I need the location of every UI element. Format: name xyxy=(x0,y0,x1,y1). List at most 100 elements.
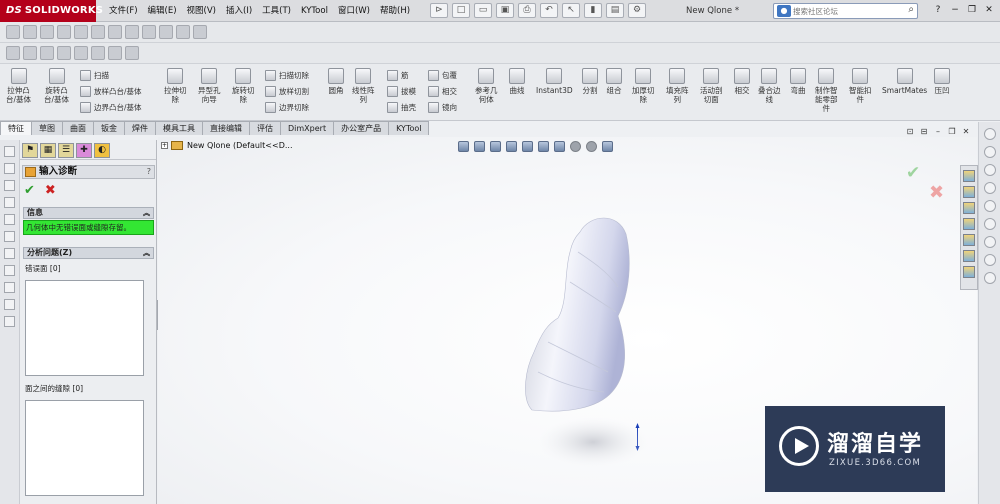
open-folder-icon[interactable]: ▭ xyxy=(474,3,492,18)
gaps-list[interactable] xyxy=(25,400,144,496)
instant3d-button[interactable]: Instant3D xyxy=(536,68,573,95)
menu-insert[interactable]: 插入(I) xyxy=(221,0,257,22)
toolbar-icon[interactable] xyxy=(176,25,190,39)
scanned-3d-model[interactable] xyxy=(508,212,708,482)
tab-weldments[interactable]: 焊件 xyxy=(124,121,156,135)
file-explorer-icon[interactable] xyxy=(963,202,975,214)
ok-check-icon[interactable]: ✔ xyxy=(24,183,35,198)
mirror-button[interactable]: 镜向 xyxy=(428,102,457,113)
intersect-button[interactable]: 相交 xyxy=(428,86,457,97)
design-library-icon[interactable] xyxy=(963,186,975,198)
toolbar-icon[interactable] xyxy=(983,236,996,248)
feature-manager-tab-icon[interactable]: ⚑ xyxy=(22,143,38,158)
revolve-boss-button[interactable]: 旋转凸 台/基体 xyxy=(44,68,69,104)
tab-direct-editing[interactable]: 直接编辑 xyxy=(202,121,250,135)
dimxpert-manager-tab-icon[interactable]: ✚ xyxy=(76,143,92,158)
hole-wizard-button[interactable]: 异型孔 向导 xyxy=(198,68,221,104)
confirm-ok-icon[interactable]: ✔ xyxy=(906,163,920,183)
tab-sheet-metal[interactable]: 钣金 xyxy=(93,121,125,135)
collapse-icon[interactable]: ︽ xyxy=(143,248,150,258)
indent-button[interactable]: 压凹 xyxy=(934,68,950,95)
boundary-boss-button[interactable]: 边界凸台/基体 xyxy=(80,102,142,113)
toolbar-icon[interactable] xyxy=(4,231,15,242)
split-button[interactable]: 分割 xyxy=(582,68,598,95)
menu-kytool[interactable]: KYTool xyxy=(296,0,333,22)
fillet-button[interactable]: 圆角 xyxy=(328,68,344,95)
linear-pattern-button[interactable]: 线性阵 列 xyxy=(352,68,375,104)
custom-properties-icon[interactable] xyxy=(963,266,975,278)
toolbar-icon[interactable] xyxy=(4,163,15,174)
toolbar-icon[interactable] xyxy=(4,180,15,191)
resources-icon[interactable] xyxy=(963,170,975,182)
tab-office-products[interactable]: 办公室产品 xyxy=(333,121,390,135)
toolbar-icon[interactable] xyxy=(40,46,54,60)
smartmates-button[interactable]: SmartMates xyxy=(882,68,927,95)
active-section-button[interactable]: 活动剖 切面 xyxy=(700,68,723,104)
toolbar-icon[interactable] xyxy=(91,25,105,39)
appearances-icon[interactable] xyxy=(963,250,975,262)
zoom-to-area-icon[interactable] xyxy=(474,141,485,152)
edit-appearance-icon[interactable] xyxy=(570,141,581,152)
toolbar-icon[interactable] xyxy=(4,197,15,208)
boundary-cut-button[interactable]: 边界切除 xyxy=(265,102,309,113)
cancel-x-icon[interactable]: ✖ xyxy=(45,183,56,198)
reference-geometry-button[interactable]: 参考几 何体 xyxy=(475,68,498,104)
fit-edge-button[interactable]: 叠合边 线 xyxy=(758,68,781,104)
toolbar-icon[interactable] xyxy=(4,316,15,327)
toolbar-icon[interactable] xyxy=(125,46,139,60)
toolbar-icon[interactable] xyxy=(57,46,71,60)
toolbar-icon[interactable] xyxy=(4,265,15,276)
thicken-cut-button[interactable]: 加厚切 除 xyxy=(632,68,655,104)
toolbar-icon[interactable] xyxy=(4,248,15,259)
file-properties-icon[interactable]: ▤ xyxy=(606,3,624,18)
solidworks-logo[interactable]: DS SOLIDWORKS xyxy=(0,0,103,22)
toolbar-icon[interactable] xyxy=(23,25,37,39)
toolbar-icon[interactable] xyxy=(108,25,122,39)
tab-features[interactable]: 特征 xyxy=(0,121,32,135)
tile-icon[interactable]: ⊡ xyxy=(905,127,915,137)
expand-icon[interactable]: + xyxy=(161,142,168,149)
menu-file[interactable]: 文件(F) xyxy=(104,0,143,22)
section-view-icon[interactable] xyxy=(506,141,517,152)
hide-show-items-icon[interactable] xyxy=(554,141,565,152)
toolbar-icon[interactable] xyxy=(193,25,207,39)
search-icon[interactable]: ⌕ xyxy=(908,4,914,15)
minimize-icon[interactable]: – xyxy=(933,127,943,137)
confirm-cancel-icon[interactable]: ✖ xyxy=(929,182,944,203)
loft-button[interactable]: 放样凸台/基体 xyxy=(80,86,142,97)
extrude-boss-button[interactable]: 拉伸凸 台/基体 xyxy=(6,68,31,104)
help-button[interactable]: ? xyxy=(931,3,945,17)
menu-window[interactable]: 窗口(W) xyxy=(333,0,375,22)
toolbar-icon[interactable] xyxy=(57,25,71,39)
configuration-manager-tab-icon[interactable]: ☰ xyxy=(58,143,74,158)
smart-part-button[interactable]: 制作智 能零部 件 xyxy=(815,68,838,113)
toolbar-icon[interactable] xyxy=(159,25,173,39)
toolbar-icon[interactable] xyxy=(4,214,15,225)
collapse-icon[interactable]: ︽ xyxy=(143,208,150,218)
options-icon[interactable]: ⚙ xyxy=(628,3,646,18)
revolve-cut-button[interactable]: 旋转切 除 xyxy=(232,68,255,104)
shell-button[interactable]: 抽壳 xyxy=(387,102,416,113)
toolbar-icon[interactable] xyxy=(4,299,15,310)
select-icon[interactable]: ↖ xyxy=(562,3,580,18)
smart-fastener-button[interactable]: 智能扣 件 xyxy=(849,68,872,104)
close-icon[interactable]: ✕ xyxy=(961,127,971,137)
close-icon[interactable]: ✕ xyxy=(982,3,996,17)
menu-edit[interactable]: 编辑(E) xyxy=(143,0,182,22)
tab-dimxpert[interactable]: DimXpert xyxy=(280,121,335,135)
toolbar-icon[interactable] xyxy=(983,272,996,284)
minimize-icon[interactable]: − xyxy=(948,3,962,17)
combine-button[interactable]: 组合 xyxy=(606,68,622,95)
toolbar-icon[interactable] xyxy=(125,25,139,39)
toolbar-icon[interactable] xyxy=(983,200,996,212)
tile-icon[interactable]: ⊟ xyxy=(919,127,929,137)
zoom-icon[interactable] xyxy=(6,46,20,60)
toolbar-icon[interactable] xyxy=(40,25,54,39)
toolbar-icon[interactable] xyxy=(983,182,996,194)
tab-surfaces[interactable]: 曲面 xyxy=(62,121,94,135)
property-manager-tab-icon[interactable]: ▦ xyxy=(40,143,56,158)
toolbar-icon[interactable] xyxy=(983,254,996,266)
toolbar-icon[interactable] xyxy=(4,282,15,293)
view-settings-icon[interactable] xyxy=(602,141,613,152)
tab-evaluate[interactable]: 评估 xyxy=(249,121,281,135)
